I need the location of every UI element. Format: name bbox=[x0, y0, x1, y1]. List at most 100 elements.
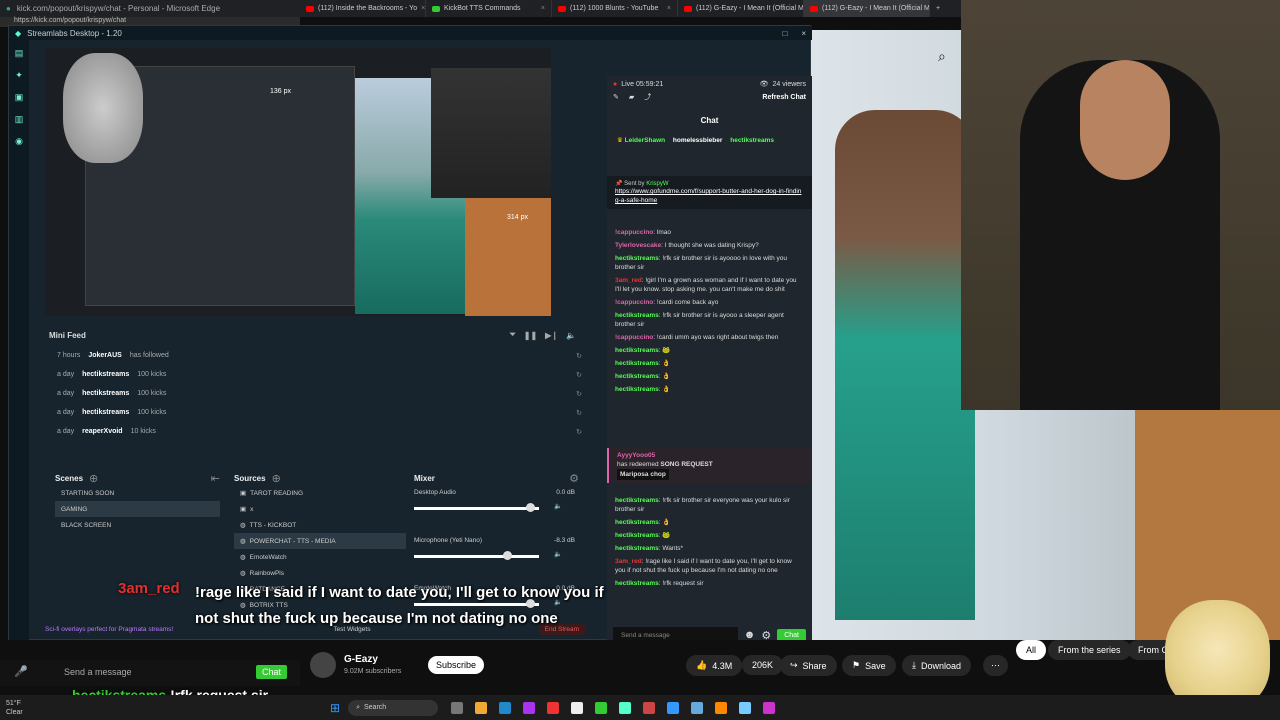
task-view-icon[interactable] bbox=[451, 701, 464, 714]
chat-message: hectikstreams: !rfk sir brother sir is a… bbox=[615, 255, 787, 271]
close-icon[interactable]: × bbox=[541, 5, 545, 12]
pinned-link[interactable]: https://www.gofundme.com/f/support-butte… bbox=[615, 187, 804, 205]
replay-icon[interactable]: ↻ bbox=[576, 352, 582, 360]
chat-message: hectikstreams: !rfk request sir bbox=[615, 580, 704, 587]
streamlabs-logo-icon: ◆ bbox=[15, 28, 22, 38]
maximize-icon[interactable]: □ bbox=[782, 29, 787, 38]
weather-widget[interactable]: 51°F Clear bbox=[0, 699, 60, 717]
source-item-active[interactable]: ◍ POWERCHAT - TTS - MEDIA bbox=[234, 533, 406, 549]
mute-icon[interactable]: 🔈 bbox=[566, 331, 576, 340]
replay-icon[interactable]: ↻ bbox=[576, 428, 582, 436]
stream-preview[interactable]: 136 px 314 px bbox=[45, 48, 551, 316]
share-icon[interactable]: ⤴ bbox=[644, 92, 651, 102]
themes-icon[interactable]: ✦ bbox=[15, 70, 23, 81]
browser-tab-active[interactable]: (112) G-Eazy - I Mean It (Official M× bbox=[804, 0, 930, 17]
dashboard-icon[interactable]: ▥ bbox=[15, 114, 24, 125]
subscribe-button[interactable]: Subscribe bbox=[428, 656, 485, 674]
add-source-icon[interactable]: ⊕ bbox=[272, 472, 281, 485]
source-item[interactable]: ◍ TTS - KICKBOT bbox=[234, 517, 406, 533]
save-button[interactable]: ⚑ Save bbox=[842, 655, 896, 676]
channel-db: -8.3 dB bbox=[554, 537, 575, 544]
replay-icon[interactable]: ↻ bbox=[576, 390, 582, 398]
app-icon[interactable] bbox=[715, 701, 728, 714]
app-icon[interactable] bbox=[547, 701, 560, 714]
app-icon[interactable] bbox=[667, 701, 680, 714]
browser-tab[interactable]: KickBot TTS Commands × bbox=[426, 0, 552, 17]
pinned-message: 📌 Sent by KrispyW https://www.gofundme.c… bbox=[607, 176, 812, 209]
skip-icon[interactable]: ▶❘ bbox=[545, 331, 558, 340]
chip-from-series[interactable]: From the series bbox=[1048, 640, 1131, 660]
scene-item[interactable]: STARTING SOON bbox=[55, 485, 220, 501]
comments-button[interactable]: 206K bbox=[742, 655, 784, 675]
share-button[interactable]: ↪ Share bbox=[780, 655, 837, 676]
youtube-icon bbox=[306, 5, 314, 12]
filter-icon[interactable]: ⏷ bbox=[509, 330, 515, 340]
close-icon[interactable]: × bbox=[667, 5, 671, 12]
app-icon[interactable] bbox=[571, 701, 584, 714]
start-icon[interactable]: ⊞ bbox=[330, 701, 340, 715]
close-icon[interactable]: × bbox=[421, 5, 425, 12]
more-actions-button[interactable]: ⋯ bbox=[983, 655, 1008, 676]
mini-feed-title: Mini Feed bbox=[49, 330, 86, 340]
taskbar-search[interactable]: ⌕ Search bbox=[348, 699, 439, 716]
mixer-settings-icon[interactable]: ⚙ bbox=[569, 472, 579, 485]
edge-icon[interactable] bbox=[499, 701, 512, 714]
download-button[interactable]: ⤓ Download bbox=[902, 655, 972, 676]
app-icon[interactable] bbox=[763, 701, 776, 714]
channel-avatar[interactable] bbox=[310, 652, 336, 678]
chip-all[interactable]: All bbox=[1016, 640, 1047, 660]
edit-icon[interactable]: ✎ bbox=[613, 93, 619, 101]
pause-icon[interactable]: ❚❚ bbox=[524, 331, 537, 340]
folder-icon[interactable]: ▰ bbox=[629, 93, 634, 101]
source-item[interactable]: ◍ EmoteWatch bbox=[234, 549, 406, 565]
browser-tab[interactable]: (112) Inside the Backrooms - Yo × bbox=[300, 0, 426, 17]
search-icon[interactable]: ⌕ bbox=[938, 48, 954, 64]
add-scene-icon[interactable]: ⊕ bbox=[89, 472, 98, 485]
editor-icon[interactable]: ▤ bbox=[15, 48, 24, 59]
app-icon[interactable] bbox=[691, 701, 704, 714]
streamlabs-icon[interactable] bbox=[619, 701, 632, 714]
volume-knob[interactable] bbox=[526, 503, 536, 512]
replay-icon[interactable]: ↻ bbox=[576, 409, 582, 417]
close-icon[interactable]: × bbox=[801, 29, 806, 38]
store-icon[interactable]: ▣ bbox=[15, 92, 24, 103]
volume-slider[interactable] bbox=[414, 555, 539, 558]
mixer-title: Mixer bbox=[414, 473, 435, 483]
browser-source-icon: ◍ bbox=[240, 538, 246, 545]
scene-item-active[interactable]: GAMING bbox=[55, 501, 220, 517]
mini-chat-overlay: 🎤 Send a message Chat bbox=[0, 660, 300, 686]
chat-message: 3am_red: !rage like I said if I want to … bbox=[615, 558, 792, 574]
mute-icon[interactable]: 🔈 bbox=[554, 502, 562, 510]
file-explorer-icon[interactable] bbox=[475, 701, 488, 714]
app-icon[interactable] bbox=[523, 701, 536, 714]
replay-icon[interactable]: ↻ bbox=[576, 371, 582, 379]
chat-message: hectikstreams: 👌 bbox=[615, 360, 671, 367]
source-item[interactable]: ▣ x bbox=[234, 501, 406, 517]
chat-message: hectikstreams: !rfk sir brother sir ever… bbox=[615, 497, 790, 513]
browser-tab[interactable]: (112) G-Eazy - I Mean It (Official M× bbox=[678, 0, 804, 17]
emote-icon: 👌 bbox=[662, 360, 671, 367]
app-icon[interactable] bbox=[739, 701, 752, 714]
new-tab-button[interactable]: + bbox=[930, 0, 950, 17]
volume-knob[interactable] bbox=[502, 551, 512, 560]
mini-chat-input[interactable]: Send a message bbox=[64, 667, 132, 677]
mini-chat-button[interactable]: Chat bbox=[256, 665, 288, 679]
source-item[interactable]: ◍ RainbowPls bbox=[234, 565, 406, 581]
app-icon[interactable] bbox=[643, 701, 656, 714]
tts-overlay-username: 3am_red bbox=[118, 580, 180, 597]
app-icon[interactable] bbox=[595, 701, 608, 714]
channel-name[interactable]: G-Eazy bbox=[344, 654, 378, 665]
mute-icon[interactable]: 🔈 bbox=[554, 550, 562, 558]
scene-filter-icon[interactable]: ⇤ bbox=[211, 472, 220, 485]
refresh-chat-button[interactable]: Refresh Chat bbox=[762, 94, 806, 101]
browser-source-icon: ◍ bbox=[240, 522, 246, 529]
like-button[interactable]: 👍 4.3M bbox=[686, 655, 743, 676]
tab-strip: (112) Inside the Backrooms - Yo × KickBot… bbox=[300, 0, 950, 17]
source-item[interactable]: ▣ TAROT READING bbox=[234, 485, 406, 501]
alert-box-icon[interactable]: ◉ bbox=[15, 136, 23, 147]
promo-banner[interactable]: Sci-fi overlays perfect for Pragmata str… bbox=[45, 626, 173, 633]
browser-tab[interactable]: (112) 1000 Blunts - YouTube × bbox=[552, 0, 678, 17]
edge-icon: ● bbox=[6, 4, 11, 13]
scene-item[interactable]: BLACK SCREEN bbox=[55, 517, 220, 533]
volume-slider[interactable] bbox=[414, 507, 539, 510]
